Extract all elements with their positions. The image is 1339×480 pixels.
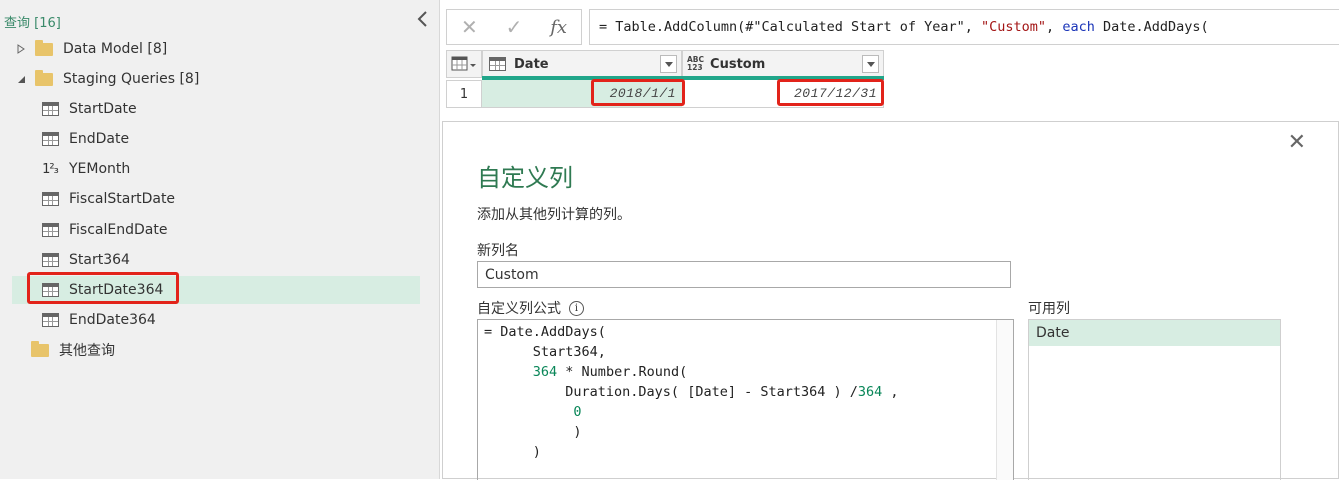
tree-label: 其他查询 (59, 343, 115, 359)
column-label: Custom (710, 56, 766, 72)
cell-date[interactable]: 2018/1/1 (482, 80, 682, 108)
queries-header: 查询 [16] (4, 16, 61, 31)
formula-line: ) (484, 444, 541, 460)
info-icon[interactable]: i (569, 300, 584, 316)
caret-right-icon[interactable] (14, 44, 28, 54)
query-label: Start364 (69, 252, 130, 268)
query-label: StartDate (69, 101, 137, 117)
chevron-left-icon[interactable] (414, 9, 432, 29)
table-menu-icon[interactable] (451, 56, 477, 72)
available-columns-label: 可用列 (1028, 301, 1070, 317)
folder-icon (34, 39, 54, 57)
formula-scrollbar[interactable] (996, 320, 1013, 480)
query-item-fiscalstartdate[interactable]: FiscalStartDate (40, 185, 175, 213)
query-item-start364[interactable]: Start364 (40, 246, 130, 274)
formula-line: Start364, (484, 344, 606, 360)
new-column-name-input[interactable] (477, 261, 1011, 288)
table-icon (40, 131, 60, 147)
formula-code[interactable]: = Date.AddDays( Start364, 364 * Number.R… (484, 322, 899, 462)
column-header-date[interactable]: Date (482, 50, 682, 78)
collapse-pane-button[interactable] (414, 9, 432, 29)
query-label: YEMonth (69, 161, 131, 177)
query-label: StartDate364 (69, 282, 164, 298)
filter-dropdown-icon[interactable] (862, 55, 879, 73)
formula-line: Duration.Days( [Date] - Start364 ) /364 … (484, 384, 899, 400)
formula-bar-input[interactable]: = Table.AddColumn(#"Calculated Start of … (589, 9, 1339, 45)
query-label: EndDate364 (69, 312, 156, 328)
queries-pane: 查询 [16] Data Model [8] Staging Queries [… (0, 0, 440, 479)
table-icon (40, 222, 60, 238)
formula-line: 364 * Number.Round( (532, 364, 688, 380)
number-icon: 1²₃ (42, 161, 59, 177)
available-column-item[interactable]: Date (1029, 320, 1280, 346)
table-icon (40, 191, 60, 207)
folder-icon (30, 340, 50, 358)
tree-label: Staging Queries [8] (63, 71, 200, 87)
row-number: 1 (446, 80, 482, 108)
column-label: Date (514, 56, 549, 72)
confirm-icon[interactable]: ✓ (492, 10, 537, 44)
table-icon (40, 282, 60, 298)
tree-label: Data Model [8] (63, 41, 168, 57)
query-item-enddate364[interactable]: EndDate364 (40, 306, 156, 334)
tree-folder-data-model[interactable]: Data Model [8] (14, 35, 167, 63)
fx-icon[interactable]: fx (536, 10, 581, 44)
cell-custom[interactable]: 2017/12/31 (682, 80, 884, 108)
formula-line: 0 (573, 404, 582, 420)
filter-dropdown-icon[interactable] (660, 55, 677, 73)
custom-formula-editor[interactable]: = Date.AddDays( Start364, 364 * Number.R… (477, 319, 1014, 480)
tree-folder-other-queries[interactable]: 其他查询 (30, 336, 115, 364)
query-label: FiscalEndDate (69, 222, 168, 238)
folder-icon (34, 69, 54, 87)
query-item-startdate[interactable]: StartDate (40, 95, 137, 123)
calendar-table-icon (489, 57, 506, 71)
close-icon[interactable]: ✕ (1288, 130, 1306, 155)
custom-column-dialog: ✕ 自定义列 添加从其他列计算的列。 新列名 自定义列公式 i = Date.A… (442, 121, 1339, 480)
available-columns-list[interactable]: Date (1028, 319, 1281, 480)
query-item-yemonth[interactable]: 1²₃ YEMonth (40, 155, 130, 183)
column-header-custom[interactable]: ABC 123 Custom (682, 50, 884, 78)
abc-123-icon: ABC 123 (687, 55, 705, 72)
new-column-name-label: 新列名 (477, 243, 519, 259)
caret-down-icon[interactable] (14, 75, 28, 84)
formula-line: = Date.AddDays( (484, 324, 606, 340)
query-label: FiscalStartDate (69, 191, 176, 207)
table-icon (40, 252, 60, 268)
table-icon (40, 312, 60, 328)
table-icon (40, 101, 60, 117)
dialog-title: 自定义列 (477, 164, 573, 192)
query-item-startdate364[interactable]: StartDate364 (12, 276, 420, 304)
query-label: EndDate (69, 131, 130, 147)
dialog-subtitle: 添加从其他列计算的列。 (477, 207, 631, 223)
tree-folder-staging-queries[interactable]: Staging Queries [8] (14, 65, 199, 93)
cancel-icon[interactable]: ✕ (447, 10, 492, 44)
formula-bar-buttons: ✕ ✓ fx (446, 9, 582, 45)
formula-line: ) (484, 424, 582, 440)
query-item-enddate[interactable]: EndDate (40, 125, 129, 153)
query-item-fiscalenddate[interactable]: FiscalEndDate (40, 216, 167, 244)
table-menu-button[interactable] (446, 50, 482, 78)
formula-label: 自定义列公式 i (477, 298, 584, 318)
